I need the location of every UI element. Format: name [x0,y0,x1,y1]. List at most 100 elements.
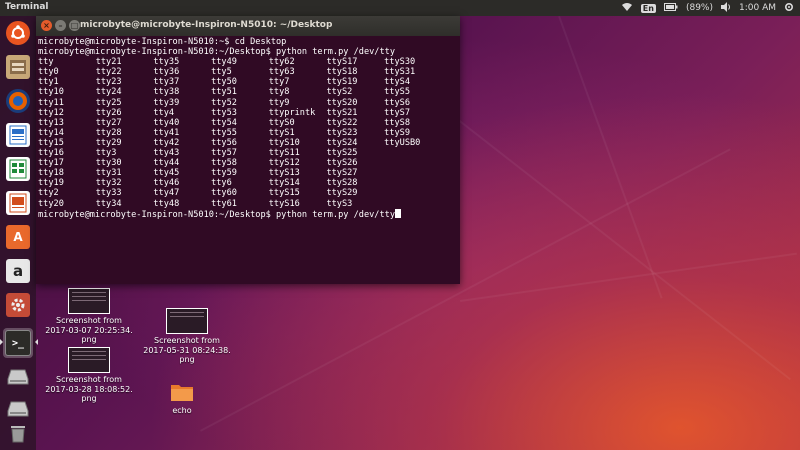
file-thumbnail [68,288,110,314]
launcher-item-ubuntu-dash[interactable] [3,18,33,48]
wallpaper-ray [458,120,791,381]
tty-entry: ttyS29 [326,188,358,199]
file-label-line: png [81,394,97,403]
terminal-line: microbyte@microbyte-Inspiron-N5010:~$ cd… [38,37,287,47]
launcher-item-terminal[interactable]: >_ [3,328,33,358]
tty-column: ttyS30 ttyS31 ttyS4 ttyS5 ttyS6 ttyS7 ttyS8 tty… [384,57,442,208]
desktop-file-screenshot-1[interactable]: Screenshot from 2017-03-07 20:25:34. png [44,288,134,345]
launcher-item-software-center[interactable]: A [3,222,33,252]
tty-entry: tty44 [153,158,180,169]
folder-icon [170,382,194,402]
tty-entry: ttyS22 [326,117,358,128]
tty-entry: tty50 [211,77,237,88]
tty-entry: tty [38,57,54,68]
volume-icon[interactable] [721,1,731,15]
tty-column: tty62 tty63 tty7 tty8 tty9 ttyprintk ttyS0 ttyS… [269,57,327,208]
tty-entry: tty49 [211,57,237,68]
terminal-prompt-line: microbyte@microbyte-Inspiron-N5010:~/Des… [38,208,462,220]
terminal-titlebar[interactable]: × – □ microbyte@microbyte-Inspiron-N5010… [36,16,460,36]
terminal-content[interactable]: microbyte@microbyte-Inspiron-N5010:~$ cd… [36,36,462,285]
tty-entry: ttyS13 [268,168,300,179]
keyboard-layout-indicator[interactable]: En [640,3,656,13]
tty-entry: ttyS31 [384,67,416,78]
terminal-line: microbyte@microbyte-Inspiron-N5010:~/Des… [38,47,395,58]
active-window-indicator [35,339,38,345]
file-thumbnail [68,347,110,373]
wifi-icon[interactable] [621,2,633,15]
launcher-item-firefox[interactable] [3,86,33,116]
tty-entry: tty55 [211,127,237,138]
terminal-cursor [395,208,401,218]
tty-entry: ttyS1 [268,127,295,138]
tty-entry: tty13 [38,117,64,128]
tty-entry: tty29 [95,137,122,148]
tty-entry: tty62 [268,57,295,68]
tty-entry: ttyS11 [268,148,300,159]
files-icon [6,55,30,79]
file-label-line: 2017-03-28 18:08:52. [45,384,133,394]
unity-launcher: A a >_ [0,16,38,450]
tty-entry: ttyS20 [326,97,358,108]
file-thumbnail [166,308,208,334]
tty-entry: tty31 [95,168,122,179]
tty-entry: ttyUSB0 [384,137,421,148]
desktop-folder-echo[interactable]: echo [160,382,204,416]
tty-entry: tty34 [95,198,122,209]
tty-entry: tty42 [153,137,180,148]
tty-entry: tty57 [211,148,237,159]
wallpaper-ray [558,16,663,299]
tty-entry: tty32 [95,178,122,189]
impress-icon [6,191,30,215]
minimize-window-button[interactable]: – [55,20,66,31]
tty-entry: tty25 [95,97,122,108]
tty-entry: tty48 [153,198,180,209]
system-tray: En (89%) 1:00 AM [621,1,794,15]
desktop-file-screenshot-2[interactable]: Screenshot from 2017-03-28 18:08:52. png [44,347,134,404]
terminal-icon: >_ [5,330,31,356]
battery-icon[interactable] [663,2,678,14]
battery-percentage[interactable]: (89%) [686,3,713,13]
file-label-line: png [179,355,195,364]
tty-entry: ttyS12 [268,158,300,169]
launcher-item-amazon[interactable]: a [3,256,33,286]
tty-entry: ttyS24 [326,137,358,148]
power-gear-icon[interactable] [784,2,794,15]
top-panel: Terminal En (89%) 1:00 AM [0,0,800,16]
clock[interactable]: 1:00 AM [739,3,776,13]
launcher-item-files[interactable] [3,52,33,82]
launcher-item-calc[interactable] [3,154,33,184]
folder-label: echo [172,406,192,415]
file-label-line: png [81,335,97,344]
tty-entry: ttyS6 [384,97,410,108]
tty-entry: tty47 [153,188,180,199]
launcher-item-trash[interactable] [3,418,33,448]
firefox-icon [6,89,30,113]
file-label-line: Screenshot from [154,336,220,345]
launcher-item-drive-1[interactable] [3,362,33,392]
file-label-line: 2017-05-31 08:24:38. [143,345,231,355]
file-label-line: Screenshot from [56,316,122,325]
tty-entry: ttyS7 [384,107,410,118]
tty-entry [384,148,442,158]
terminal-window[interactable]: × – □ microbyte@microbyte-Inspiron-N5010… [36,16,460,284]
close-window-button[interactable]: × [41,20,52,31]
launcher-item-system-settings[interactable] [3,290,33,320]
tty-entry: tty54 [211,117,237,128]
tty-entry: ttyprintk [268,107,316,118]
tty-entry: tty14 [38,127,64,138]
tty-entry: tty26 [95,107,122,118]
tty-entry: tty60 [211,188,237,199]
software-center-icon: A [6,225,30,249]
ubuntu-logo-icon [6,21,30,45]
tty-entry: tty12 [38,107,64,118]
desktop-file-screenshot-3[interactable]: Screenshot from 2017-05-31 08:24:38. png [140,308,234,365]
tty-entry: ttyS14 [268,178,300,189]
tty-entry: tty17 [38,158,64,169]
launcher-item-impress[interactable] [3,188,33,218]
amazon-icon: a [6,259,30,283]
maximize-window-button[interactable]: □ [69,20,80,31]
launcher-item-writer[interactable] [3,120,33,150]
tty-entry: tty20 [38,198,64,209]
tty-entry: ttyS27 [326,168,358,179]
terminal-window-title: microbyte@microbyte-Inspiron-N5010: ~/De… [80,20,333,30]
